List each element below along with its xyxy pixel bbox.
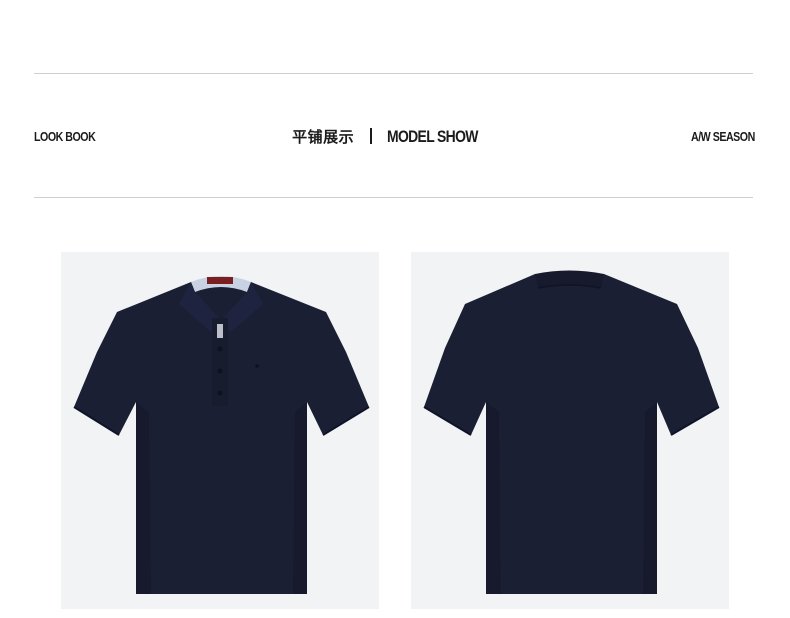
section-title-cn: 平铺展示 (292, 128, 355, 146)
season-label: A/W SEASON (691, 129, 755, 144)
polo-back-photo (411, 252, 729, 609)
polo-shirt-back-icon (423, 270, 720, 594)
section-title: 平铺展示 MODEL SHOW (0, 125, 790, 150)
top-divider (34, 73, 753, 74)
polo-shirt-front-icon (73, 276, 370, 594)
title-separator (370, 128, 373, 144)
polo-front-photo (61, 252, 379, 609)
bottom-divider (34, 197, 753, 198)
section-title-en: MODEL SHOW (387, 127, 478, 146)
